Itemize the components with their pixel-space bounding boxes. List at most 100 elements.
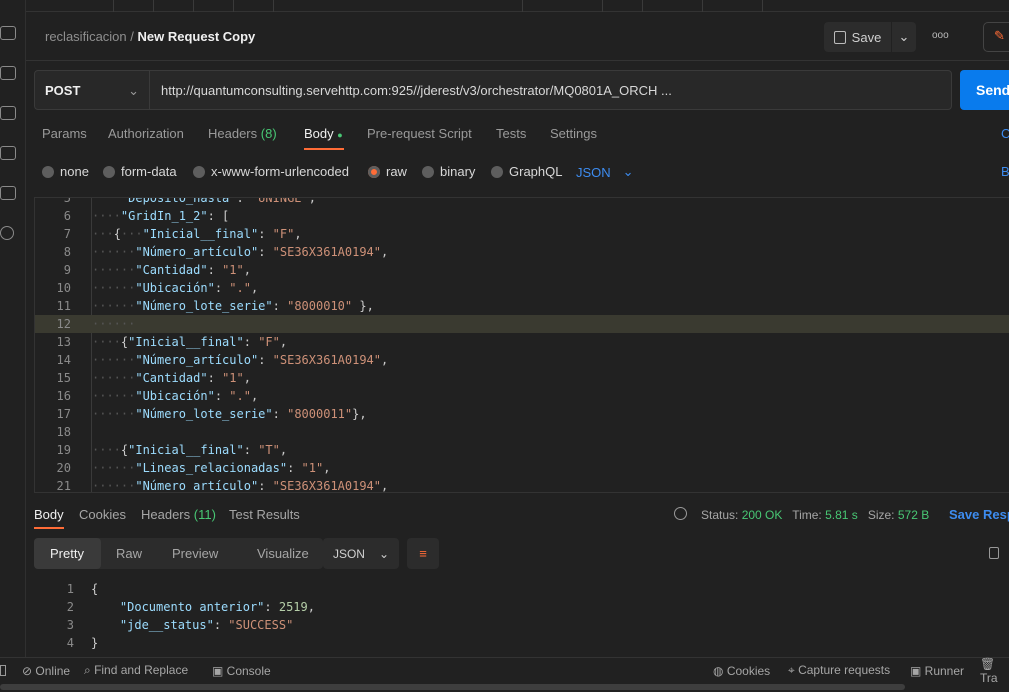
resp-tab-cookies[interactable]: Cookies bbox=[79, 507, 126, 522]
code-line: 14 ······"Número_artículo": "SE36X361A019… bbox=[35, 351, 1009, 369]
radio-none[interactable]: none bbox=[42, 164, 89, 179]
line-number: 15 bbox=[56, 371, 71, 385]
wrap-lines-icon[interactable]: ≡ bbox=[407, 538, 439, 569]
radio-graphql[interactable]: GraphQL bbox=[491, 164, 562, 179]
find-and-replace[interactable]: ⌕ Find and Replace bbox=[84, 663, 188, 678]
toggle-sidebar-icon[interactable] bbox=[0, 665, 6, 676]
beautify-link[interactable]: B bbox=[1001, 164, 1009, 179]
cookies-button[interactable]: ◍ Cookies bbox=[713, 664, 770, 678]
radio-form-data[interactable]: form-data bbox=[103, 164, 177, 179]
chevron-down-icon: ⌄ bbox=[128, 83, 139, 98]
radio-raw[interactable]: raw bbox=[368, 164, 407, 179]
code-line: 18 bbox=[35, 423, 1009, 441]
line-number: 18 bbox=[56, 425, 71, 439]
console-button[interactable]: ▣ Console bbox=[212, 664, 271, 678]
code-line: 9 ······"Cantidad": "1", bbox=[35, 261, 1009, 279]
url-input[interactable]: http://quantumconsulting.servehttp.com:9… bbox=[149, 70, 952, 110]
view-preview[interactable]: Preview bbox=[172, 546, 218, 561]
line-number: 16 bbox=[56, 389, 71, 403]
cookies-link[interactable]: C bbox=[1001, 126, 1009, 141]
code-text: ····"GridIn_1_2": [ bbox=[92, 209, 230, 223]
tab-authorization[interactable]: Authorization bbox=[108, 126, 184, 141]
globe-icon[interactable] bbox=[674, 507, 687, 520]
code-line: 21 ······"Número_artículo": "SE36X361A019… bbox=[35, 477, 1009, 493]
tab-strip bbox=[26, 0, 1009, 12]
resp-tab-body[interactable]: Body bbox=[34, 507, 64, 522]
line-number: 10 bbox=[56, 281, 71, 295]
response-format-select[interactable]: JSON ⌄ bbox=[323, 538, 399, 569]
edit-icon[interactable]: ✎ bbox=[983, 22, 1009, 52]
line-number: 12 bbox=[56, 317, 71, 331]
monitors-icon[interactable] bbox=[0, 146, 16, 160]
copy-icon[interactable] bbox=[989, 547, 999, 559]
request-name[interactable]: New Request Copy bbox=[138, 29, 256, 44]
divider bbox=[26, 60, 1009, 61]
breadcrumb-collection[interactable]: reclasificacion bbox=[45, 29, 127, 44]
chevron-down-icon: ⌄ bbox=[378, 546, 390, 561]
radio-binary[interactable]: binary bbox=[422, 164, 475, 179]
apis-icon[interactable] bbox=[0, 106, 16, 120]
response-meta: Status: 200 OK Time: 5.81 s Size: 572 B bbox=[701, 508, 930, 522]
send-button[interactable]: Send bbox=[960, 70, 1009, 110]
code-line: 16 ······"Ubicación": ".", bbox=[35, 387, 1009, 405]
code-text: ···{···"Inicial__final": "F", bbox=[92, 227, 302, 241]
line-number: 3 bbox=[66, 618, 74, 632]
code-line: 5 "Deposito_hasta": "UNINGE", bbox=[35, 197, 1009, 207]
sidebar bbox=[0, 0, 26, 657]
environments-icon[interactable] bbox=[0, 66, 16, 80]
more-actions-button[interactable]: ooo bbox=[932, 30, 949, 41]
line-number: 8 bbox=[63, 245, 71, 259]
line-number: 11 bbox=[56, 299, 71, 313]
code-line: 6 ····"GridIn_1_2": [ bbox=[35, 207, 1009, 225]
save-response-button[interactable]: Save Resp bbox=[949, 507, 1009, 522]
resp-tab-headers[interactable]: Headers (11) bbox=[141, 507, 216, 522]
save-dropdown-button[interactable]: ⌄ bbox=[892, 22, 916, 52]
code-line: 15 ······"Cantidad": "1", bbox=[35, 369, 1009, 387]
code-text: "jde__status": "SUCCESS" bbox=[119, 618, 294, 632]
line-number: 20 bbox=[56, 461, 71, 475]
line-number: 13 bbox=[56, 335, 71, 349]
view-pretty[interactable]: Pretty bbox=[34, 538, 101, 569]
tab-tests[interactable]: Tests bbox=[496, 126, 526, 141]
code-line: 2 "Documento anterior": 2519, bbox=[34, 598, 1009, 616]
method-select[interactable]: POST ⌄ bbox=[34, 70, 150, 110]
horizontal-scrollbar[interactable] bbox=[0, 684, 905, 690]
flows-icon[interactable] bbox=[0, 186, 16, 200]
tab-pre-request-script[interactable]: Pre-request Script bbox=[367, 126, 472, 141]
resp-tab-test-results[interactable]: Test Results bbox=[229, 507, 300, 522]
line-number: 5 bbox=[63, 197, 71, 205]
tab-body[interactable]: Body ● bbox=[304, 126, 343, 141]
code-text: ····{"Inicial__final": "F", bbox=[92, 335, 288, 349]
line-number: 21 bbox=[56, 479, 71, 493]
code-text: ······"Número_lote_serie": "8000011"}, bbox=[92, 407, 367, 421]
code-line: 10 ······"Ubicación": ".", bbox=[35, 279, 1009, 297]
runner-button[interactable]: ▣ Runner bbox=[910, 664, 964, 678]
capture-requests-button[interactable]: ⌖ Capture requests bbox=[788, 663, 890, 678]
code-line: 19 ····{"Inicial__final": "T", bbox=[35, 441, 1009, 459]
collections-icon[interactable] bbox=[0, 26, 16, 40]
trash-button[interactable]: 🗑 Tra bbox=[980, 657, 1009, 685]
code-line: 12 ······ bbox=[35, 315, 1009, 333]
request-tab[interactable] bbox=[26, 0, 523, 12]
chevron-down-icon: ⌄ bbox=[898, 29, 910, 44]
history-icon[interactable] bbox=[0, 226, 14, 240]
tab-headers[interactable]: Headers (8) bbox=[208, 126, 277, 141]
breadcrumb-separator: / bbox=[130, 29, 134, 44]
save-button[interactable]: Save bbox=[824, 22, 891, 52]
body-format-select[interactable]: JSON ⌄ bbox=[576, 164, 634, 180]
view-raw[interactable]: Raw bbox=[116, 546, 142, 561]
radio-urlencoded[interactable]: x-www-form-urlencoded bbox=[193, 164, 349, 179]
code-text: ······"Número_artículo": "SE36X361A0194"… bbox=[92, 479, 389, 493]
code-text: ····{"Inicial__final": "T", bbox=[92, 443, 288, 457]
tab-params[interactable]: Params bbox=[42, 126, 87, 141]
line-number: 19 bbox=[56, 443, 71, 457]
view-visualize[interactable]: Visualize bbox=[257, 546, 309, 561]
request-body-editor[interactable]: 5 "Deposito_hasta": "UNINGE", 6 ····"GridI… bbox=[34, 197, 1009, 493]
online-status[interactable]: ⊘ Online bbox=[22, 664, 70, 678]
tab-settings[interactable]: Settings bbox=[550, 126, 597, 141]
code-line: 1{ bbox=[34, 580, 1009, 598]
code-line: 7 ···{···"Inicial__final": "F", bbox=[35, 225, 1009, 243]
code-line: 17 ······"Número_lote_serie": "8000011"}, bbox=[35, 405, 1009, 423]
response-body[interactable]: 1 {2 "Documento anterior": 2519, 3 "jde__s… bbox=[34, 580, 1004, 652]
line-number: 17 bbox=[56, 407, 71, 421]
